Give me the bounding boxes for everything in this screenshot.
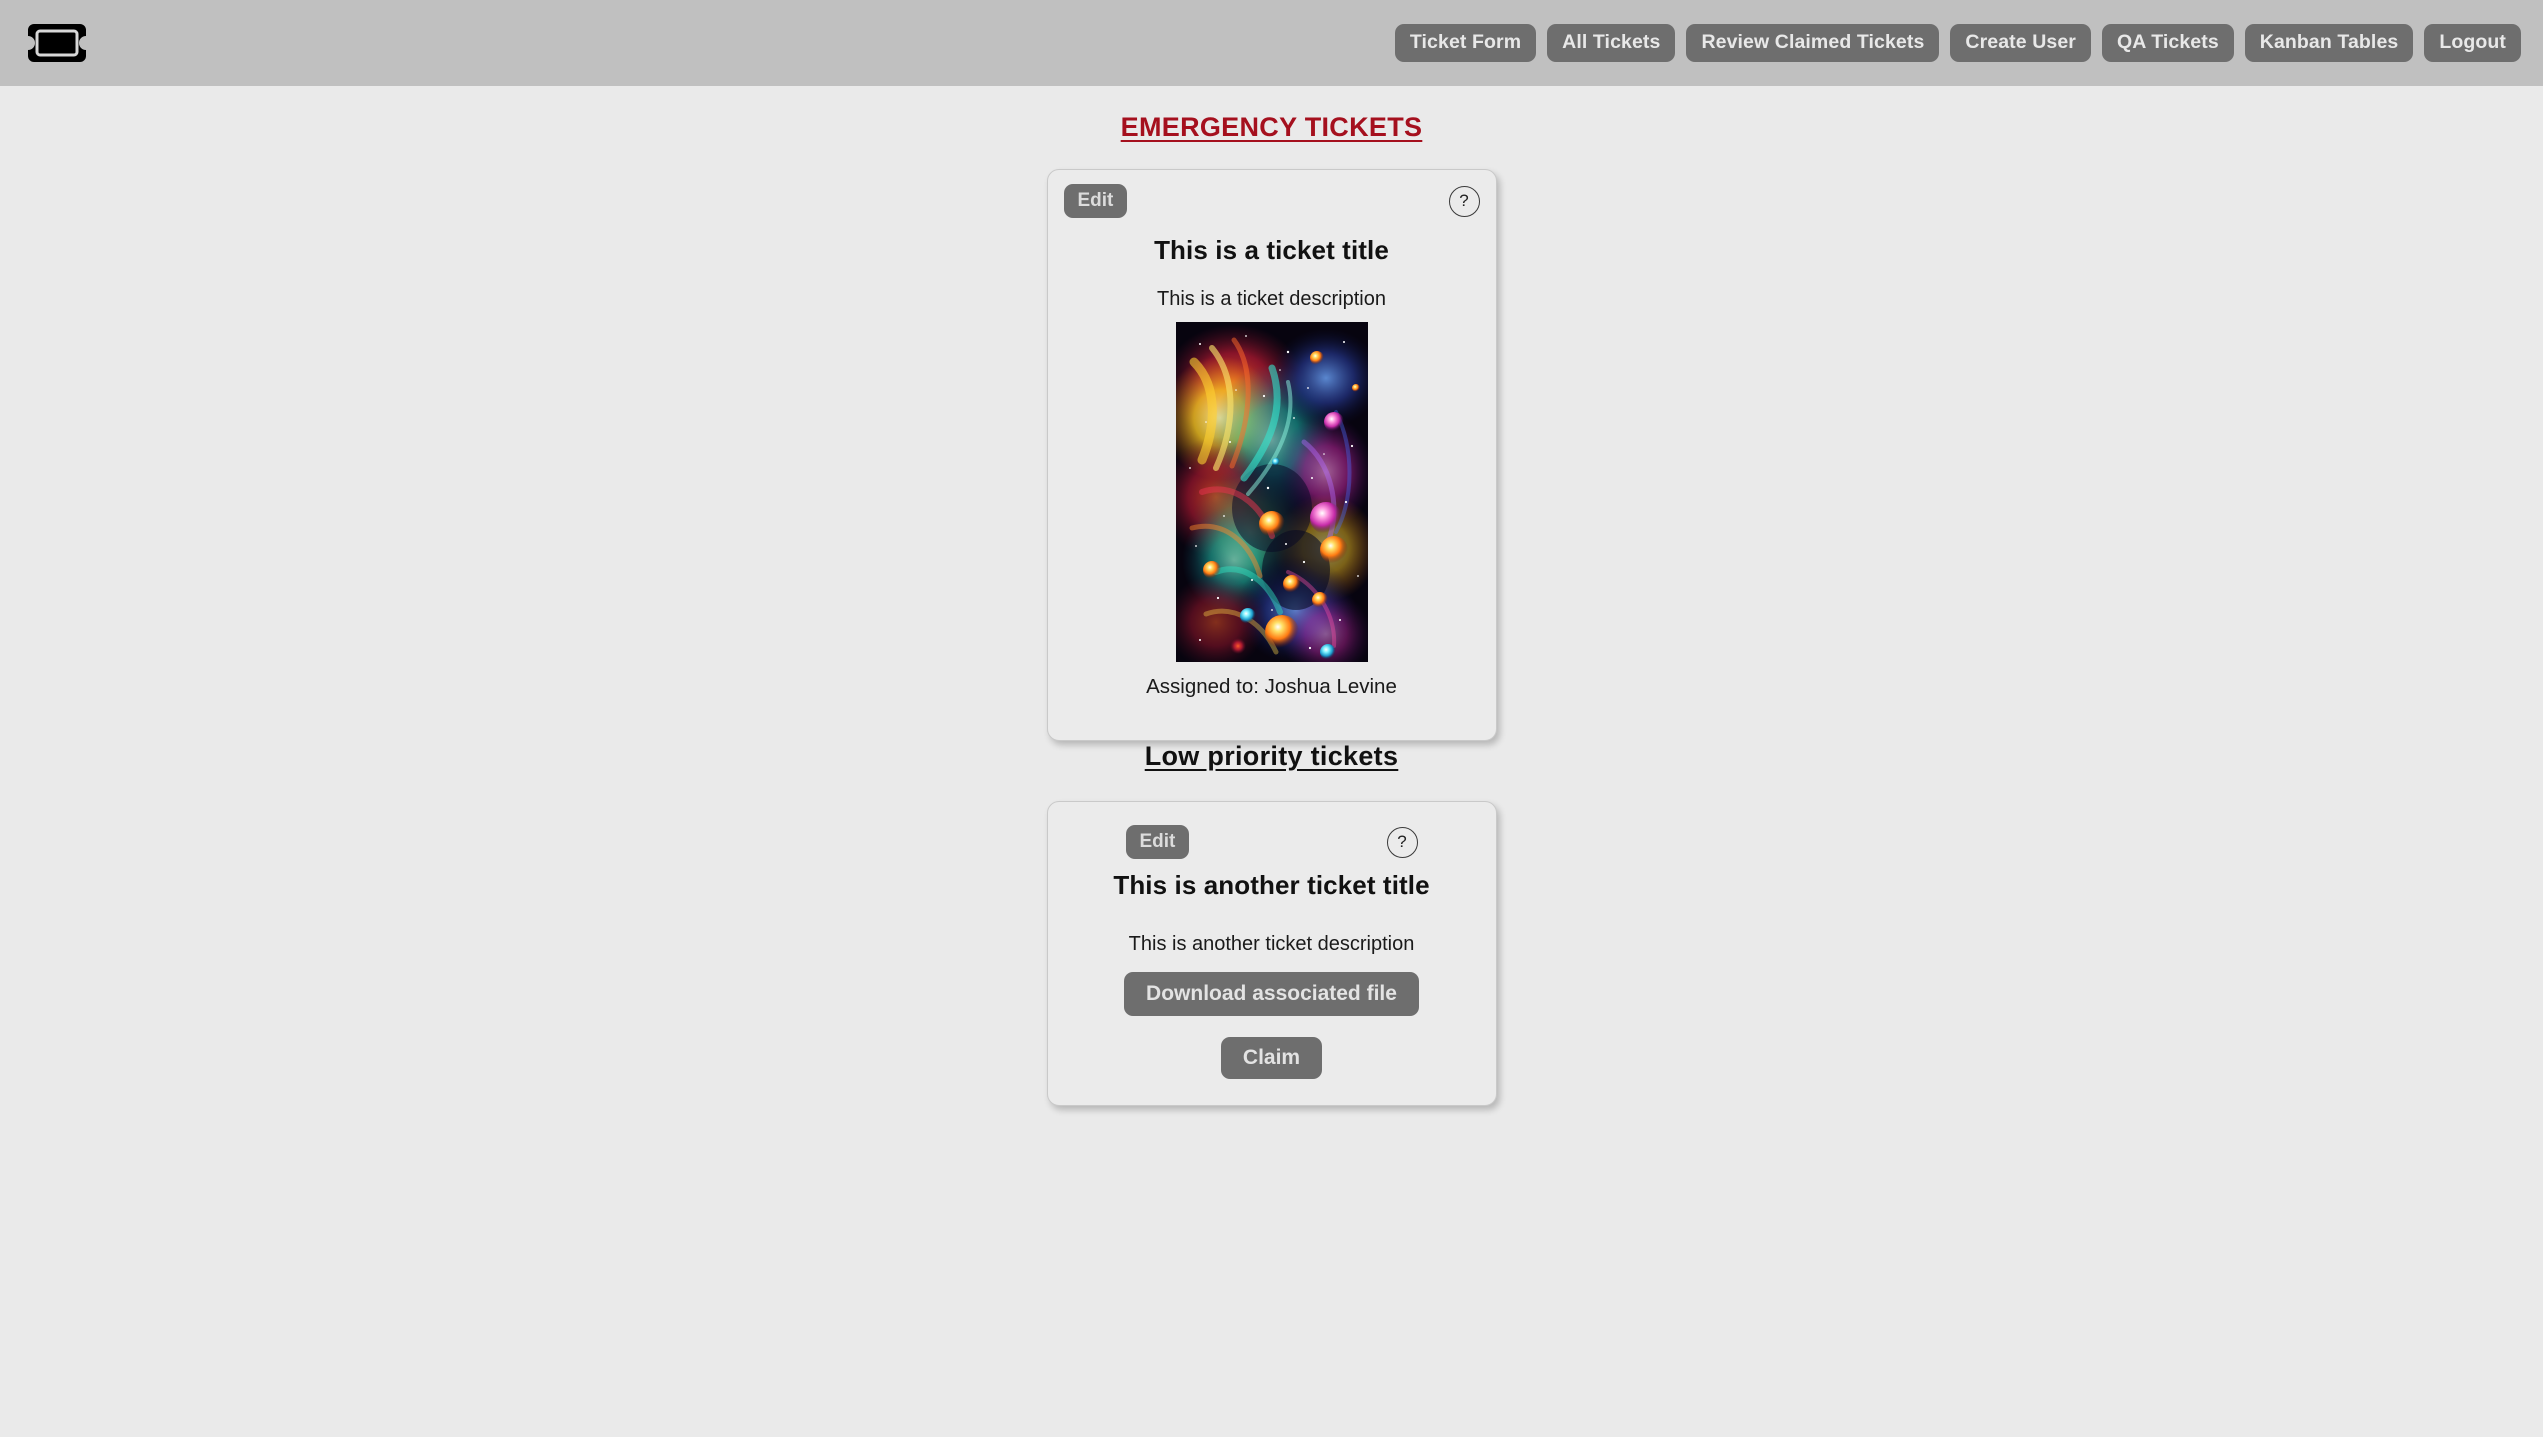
help-icon-button[interactable]: ? (1386, 826, 1418, 858)
nav-links: Ticket Form All Tickets Review Claimed T… (1394, 24, 2521, 62)
ticket-assignee: Assigned to: Joshua Levine (1146, 675, 1397, 698)
nav-ticket-form[interactable]: Ticket Form (1394, 24, 1537, 62)
nav-qa-tickets[interactable]: QA Tickets (2101, 24, 2234, 62)
edit-button[interactable]: Edit (1125, 825, 1190, 859)
ticket-title: This is a ticket title (1154, 235, 1389, 265)
card-toolbar: Edit ? (1064, 825, 1480, 859)
card-toolbar: Edit ? (1063, 184, 1480, 218)
ticket-description: This is a ticket description (1157, 288, 1386, 310)
ticket-attachment-image-wrap (1064, 322, 1480, 662)
download-associated-file-button[interactable]: Download associated file (1124, 972, 1419, 1016)
nav-review-claimed-tickets[interactable]: Review Claimed Tickets (1686, 24, 1940, 62)
emergency-tickets-heading: EMERGENCY TICKETS (1120, 112, 1423, 142)
ticket-title: This is another ticket title (1113, 870, 1430, 900)
claim-button[interactable]: Claim (1220, 1037, 1323, 1079)
nav-create-user[interactable]: Create User (1950, 24, 2091, 62)
download-row: Download associated file (1064, 956, 1480, 1016)
claim-row: Claim (1064, 1016, 1480, 1079)
help-icon-button[interactable]: ? (1448, 185, 1480, 217)
low-priority-tickets-heading: Low priority tickets (1144, 741, 1399, 771)
nebula-artwork-image (1175, 322, 1368, 662)
nav-logout[interactable]: Logout (2424, 24, 2521, 62)
page-content: EMERGENCY TICKETS Edit ? This is a ticke… (0, 86, 2543, 1106)
ticket-card-emergency: Edit ? This is a ticket title This is a … (1046, 169, 1497, 741)
ticket-description: This is another ticket description (1128, 933, 1415, 955)
nav-all-tickets[interactable]: All Tickets (1547, 24, 1676, 62)
nav-kanban-tables[interactable]: Kanban Tables (2244, 24, 2414, 62)
edit-button[interactable]: Edit (1063, 184, 1128, 218)
ticket-card-low-priority: Edit ? This is another ticket title This… (1046, 801, 1497, 1106)
top-navbar: Ticket Form All Tickets Review Claimed T… (0, 0, 2543, 86)
ticket-icon[interactable] (18, 17, 96, 69)
